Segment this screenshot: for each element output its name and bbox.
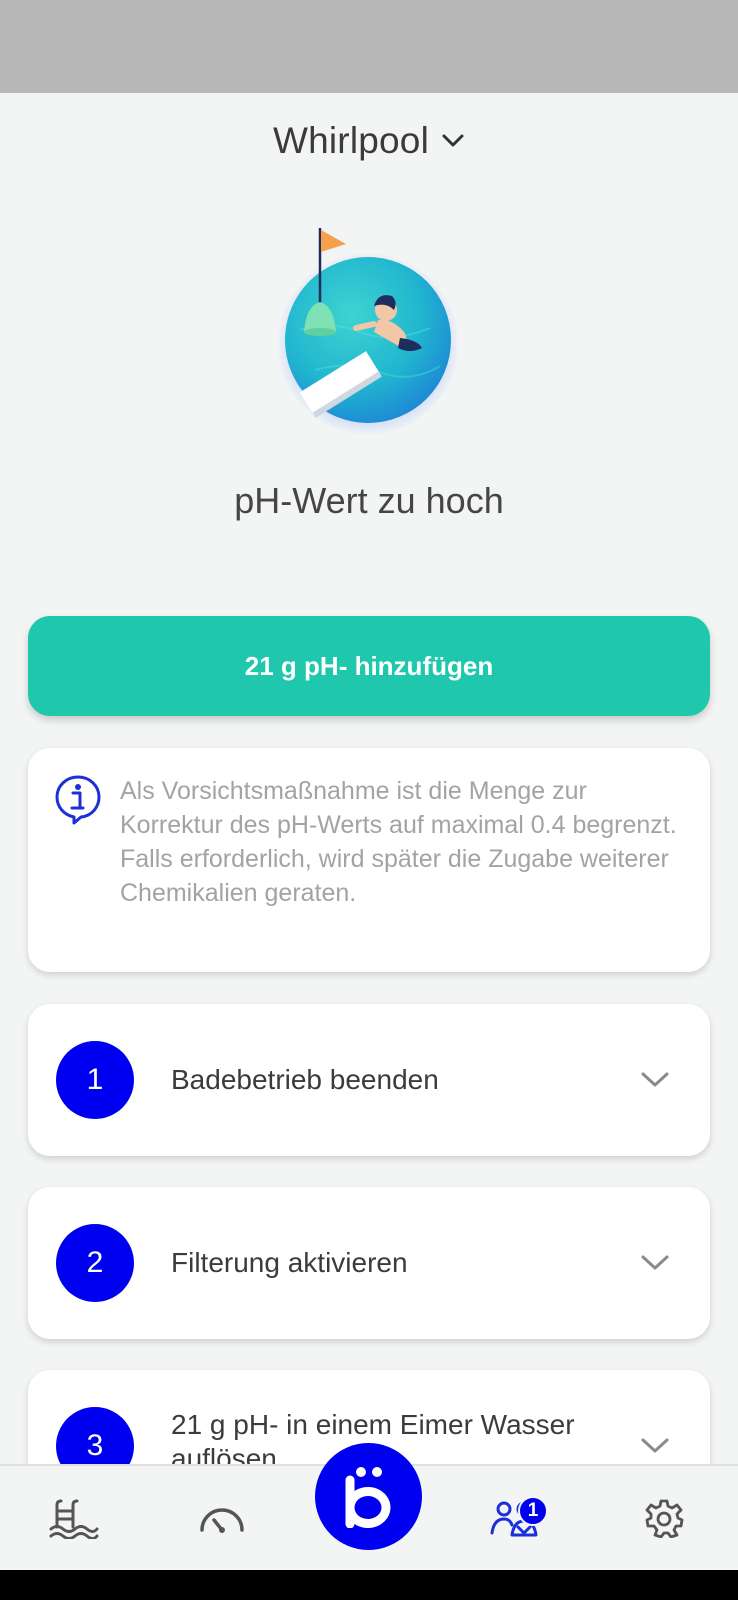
pool-status-illustration	[276, 228, 460, 436]
step-number: 1	[56, 1041, 134, 1119]
pool-ladder-icon	[49, 1499, 99, 1539]
step-label: Badebetrieb beenden	[171, 1064, 439, 1095]
header: Whirlpool	[0, 93, 738, 188]
brand-logo-icon	[345, 1466, 390, 1528]
nav-pool[interactable]	[34, 1466, 114, 1570]
nav-community[interactable]: 1	[475, 1466, 555, 1570]
chevron-down-icon[interactable]	[640, 1436, 670, 1456]
chevron-down-icon	[442, 134, 464, 146]
system-navigation-bar	[0, 1570, 738, 1600]
notification-badge: 1	[518, 1496, 548, 1526]
add-ph-minus-button[interactable]: 21 g pH- hinzufügen	[28, 616, 710, 716]
chevron-down-icon[interactable]	[640, 1070, 670, 1090]
info-text-line-1: Als Vorsichtsmaßnahme ist die Menge zur …	[120, 777, 677, 839]
gear-icon	[645, 1499, 684, 1538]
status-bar	[0, 0, 738, 93]
info-text-line-2: Falls erforderlich, wird später die Zuga…	[120, 845, 669, 907]
info-text: Als Vorsichtsmaßnahme ist die Menge zur …	[120, 774, 680, 910]
step-label: Filterung aktivieren	[171, 1247, 408, 1278]
status-title: pH-Wert zu hoch	[234, 480, 504, 521]
step-card-1[interactable]: 1 Badebetrieb beenden	[28, 1004, 710, 1156]
gauge-icon	[200, 1508, 244, 1533]
step-number: 2	[56, 1224, 134, 1302]
info-bubble-icon	[55, 775, 101, 825]
pool-selector[interactable]: Whirlpool	[273, 120, 465, 162]
pool-name: Whirlpool	[272, 119, 429, 161]
nav-measurements[interactable]	[182, 1466, 262, 1570]
info-card: Als Vorsichtsmaßnahme ist die Menge zur …	[28, 748, 710, 972]
step-card-2[interactable]: 2 Filterung aktivieren	[28, 1187, 710, 1339]
nav-home-brand-button[interactable]	[315, 1443, 422, 1550]
nav-settings[interactable]	[624, 1466, 704, 1570]
chevron-down-icon[interactable]	[640, 1253, 670, 1273]
